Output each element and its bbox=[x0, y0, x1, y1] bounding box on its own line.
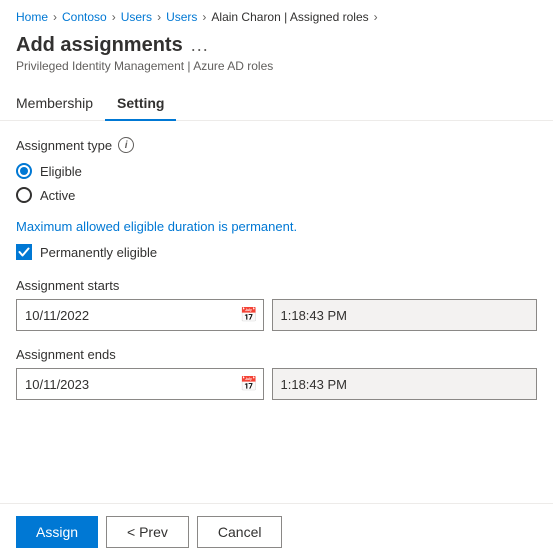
assignment-starts-time-input[interactable] bbox=[272, 299, 538, 331]
assignment-type-radio-group: Eligible Active bbox=[16, 163, 537, 203]
breadcrumb-users1[interactable]: Users bbox=[121, 10, 152, 24]
permanently-eligible-checkbox[interactable] bbox=[16, 244, 32, 260]
radio-active-label: Active bbox=[40, 188, 75, 203]
assignment-starts-inputs: 📅 bbox=[16, 299, 537, 331]
tab-membership[interactable]: Membership bbox=[16, 87, 105, 121]
more-options-icon[interactable]: ... bbox=[191, 35, 209, 56]
cancel-button[interactable]: Cancel bbox=[197, 516, 283, 548]
assign-button[interactable]: Assign bbox=[16, 516, 98, 548]
page-title: Add assignments bbox=[16, 34, 183, 57]
prev-button[interactable]: < Prev bbox=[106, 516, 189, 548]
assignment-type-info-icon[interactable]: i bbox=[118, 137, 134, 153]
radio-eligible-label: Eligible bbox=[40, 164, 82, 179]
radio-eligible-circle bbox=[16, 163, 32, 179]
tab-setting[interactable]: Setting bbox=[105, 87, 176, 121]
assignment-starts-date-input[interactable] bbox=[16, 299, 264, 331]
assignment-ends-date-wrap: 📅 bbox=[16, 368, 264, 400]
breadcrumb-home[interactable]: Home bbox=[16, 10, 48, 24]
assignment-ends-label: Assignment ends bbox=[16, 347, 537, 362]
assignment-starts-label: Assignment starts bbox=[16, 278, 537, 293]
assignment-starts-group: Assignment starts 📅 bbox=[16, 278, 537, 331]
radio-active[interactable]: Active bbox=[16, 187, 537, 203]
breadcrumb-alain: Alain Charon | Assigned roles bbox=[211, 10, 368, 24]
assignment-ends-group: Assignment ends 📅 bbox=[16, 347, 537, 400]
breadcrumb-users2[interactable]: Users bbox=[166, 10, 197, 24]
assignment-starts-date-wrap: 📅 bbox=[16, 299, 264, 331]
assignment-starts-calendar-icon[interactable]: 📅 bbox=[240, 307, 257, 324]
content-area: Assignment type i Eligible Active Maximu… bbox=[0, 121, 553, 400]
breadcrumb: Home › Contoso › Users › Users › Alain C… bbox=[0, 0, 553, 30]
breadcrumb-contoso[interactable]: Contoso bbox=[62, 10, 107, 24]
breadcrumb-sep-5: › bbox=[374, 10, 378, 24]
breadcrumb-sep-2: › bbox=[112, 10, 116, 24]
tabs-container: Membership Setting bbox=[0, 87, 553, 121]
breadcrumb-sep-4: › bbox=[202, 10, 206, 24]
page-subtitle: Privileged Identity Management | Azure A… bbox=[16, 59, 537, 73]
radio-eligible[interactable]: Eligible bbox=[16, 163, 537, 179]
assignment-ends-inputs: 📅 bbox=[16, 368, 537, 400]
breadcrumb-sep-1: › bbox=[53, 10, 57, 24]
assignment-type-label: Assignment type bbox=[16, 138, 112, 153]
info-message: Maximum allowed eligible duration is per… bbox=[16, 219, 537, 234]
footer: Assign < Prev Cancel bbox=[0, 503, 553, 560]
radio-active-circle bbox=[16, 187, 32, 203]
permanently-eligible-row[interactable]: Permanently eligible bbox=[16, 244, 537, 260]
breadcrumb-sep-3: › bbox=[157, 10, 161, 24]
assignment-ends-date-input[interactable] bbox=[16, 368, 264, 400]
assignment-ends-time-input[interactable] bbox=[272, 368, 538, 400]
permanently-eligible-label: Permanently eligible bbox=[40, 245, 157, 260]
assignment-type-row: Assignment type i bbox=[16, 137, 537, 153]
assignment-ends-calendar-icon[interactable]: 📅 bbox=[240, 376, 257, 393]
page-header: Add assignments ... Privileged Identity … bbox=[0, 30, 553, 81]
